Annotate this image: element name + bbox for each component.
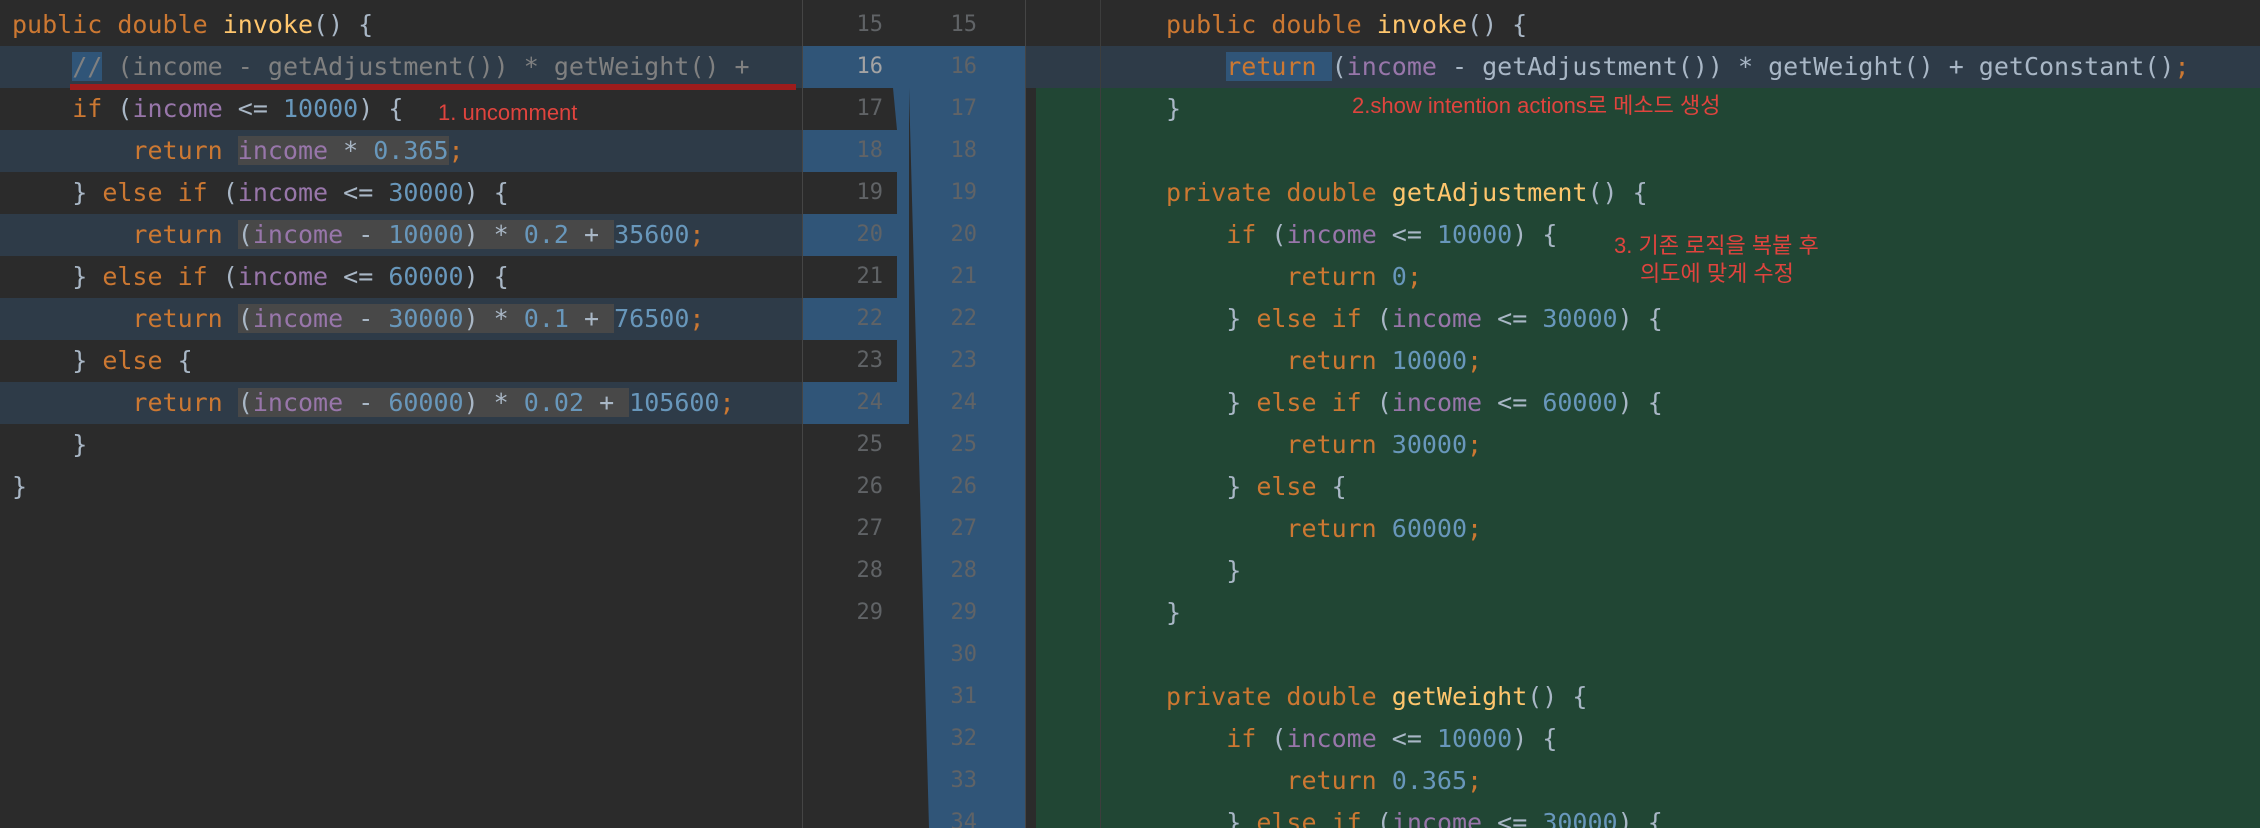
line-number: 23: [856, 348, 884, 373]
line-number: 34: [950, 810, 978, 828]
annotation-step3-line2: 의도에 맞게 수정: [1640, 261, 1794, 286]
line-number: 16: [856, 54, 884, 79]
code-line: }: [1166, 556, 1242, 585]
line-number: 20: [950, 222, 978, 247]
line-number: 15: [950, 12, 978, 37]
code-line: if (income <= 10000) {: [1226, 724, 1558, 753]
line-number: 21: [856, 264, 884, 289]
code-line: } else {: [12, 346, 193, 375]
line-number: 31: [950, 684, 978, 709]
code-line: }: [12, 472, 28, 501]
code-line: public double invoke() {: [1166, 10, 1528, 39]
line-number: 21: [950, 264, 978, 289]
line-number: 32: [950, 726, 978, 751]
code-line: // (income - getAdjustment()) * getWeigh…: [72, 52, 750, 81]
code-line: return 30000;: [1286, 430, 1483, 459]
line-number: 26: [950, 474, 978, 499]
line-number: 22: [856, 306, 884, 331]
line-number: 28: [950, 558, 978, 583]
line-number: 24: [950, 390, 978, 415]
line-number: 33: [950, 768, 978, 793]
diff-gutter: 15 16 17 18 19 20 21 22 23 24 25 26 27 28 29 15 16 17 18 1…: [802, 0, 1026, 828]
code-line: return 60000;: [1286, 514, 1483, 543]
left-editor-pane[interactable]: public double invoke() { // (income - ge…: [0, 0, 802, 828]
code-line: }: [12, 430, 88, 459]
code-line: if (income <= 10000) {: [72, 94, 404, 123]
code-line: return (income - 30000) * 0.1 + 76500;: [132, 304, 705, 333]
code-line: return (income - getAdjustment()) * getW…: [1226, 52, 2190, 81]
code-line: return 10000;: [1286, 346, 1483, 375]
code-line: return (income - 60000) * 0.02 + 105600;: [132, 388, 735, 417]
code-line: return 0.365;: [1286, 766, 1483, 795]
right-editor-pane[interactable]: public double invoke() { return (income …: [1026, 0, 2260, 828]
code-line: } else if (income <= 30000) {: [1166, 304, 1663, 333]
line-number: 27: [950, 516, 978, 541]
line-number: 28: [856, 558, 884, 583]
line-number: 19: [856, 180, 884, 205]
code-line: private double getAdjustment() {: [1166, 178, 1648, 207]
line-number: 25: [950, 432, 978, 457]
line-number: 18: [856, 138, 884, 163]
line-number: 29: [950, 600, 978, 625]
line-number: 22: [950, 306, 978, 331]
line-number: 18: [950, 138, 978, 163]
line-number: 27: [856, 516, 884, 541]
line-number: 15: [856, 12, 884, 37]
code-line: } else if (income <= 30000) {: [12, 178, 509, 207]
line-number: 16: [950, 54, 978, 79]
annotation-step1: 1. uncomment: [438, 100, 578, 125]
code-line: }: [1166, 598, 1182, 627]
code-line: private double getWeight() {: [1166, 682, 1588, 711]
annotation-step2: 2.show intention actions로 메소드 생성: [1352, 93, 1721, 118]
line-number: 23: [950, 348, 978, 373]
code-line: } else if (income <= 60000) {: [12, 262, 509, 291]
line-number: 19: [950, 180, 978, 205]
code-line: } else if (income <= 60000) {: [1166, 388, 1663, 417]
code-line: } else if (income <= 30000) {: [1166, 808, 1663, 828]
line-number: 30: [950, 642, 978, 667]
code-line: return income * 0.365;: [132, 136, 464, 165]
code-line: return (income - 10000) * 0.2 + 35600;: [132, 220, 705, 249]
line-number: 25: [856, 432, 884, 457]
code-line: } else {: [1166, 472, 1347, 501]
line-number: 29: [856, 600, 884, 625]
code-line: public double invoke() {: [12, 10, 374, 39]
line-number: 20: [856, 222, 884, 247]
line-number: 17: [950, 96, 978, 121]
line-number: 26: [856, 474, 884, 499]
line-number: 24: [856, 390, 884, 415]
line-number: 17: [856, 96, 884, 121]
